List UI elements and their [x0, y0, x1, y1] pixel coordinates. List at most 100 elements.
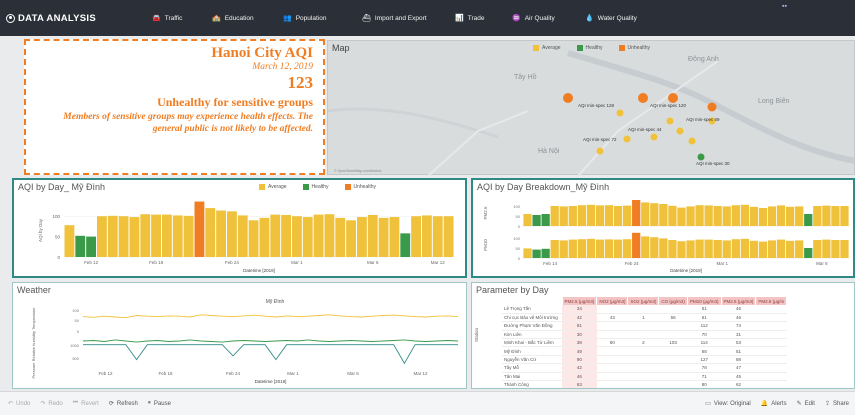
bar[interactable] — [704, 239, 713, 258]
bar[interactable] — [140, 214, 151, 257]
bar[interactable] — [64, 225, 75, 257]
series-line[interactable] — [82, 314, 459, 319]
bar[interactable] — [346, 220, 356, 257]
table-header[interactable]: NO2 (μg/m3) — [596, 297, 629, 305]
bar[interactable] — [577, 239, 586, 258]
bar[interactable] — [389, 217, 400, 257]
bar[interactable] — [313, 214, 324, 257]
bar[interactable] — [632, 200, 641, 226]
bar[interactable] — [650, 203, 659, 226]
bar[interactable] — [595, 205, 605, 226]
nav-item-trade[interactable]: 📊 Trade — [455, 14, 484, 23]
share-button[interactable]: ⇪ Share — [825, 400, 849, 408]
bar[interactable] — [586, 238, 596, 258]
map-marker[interactable] — [697, 153, 705, 161]
nav-item-population[interactable]: 👥 Population — [283, 14, 326, 23]
bar[interactable] — [302, 217, 313, 257]
bar[interactable] — [632, 232, 641, 258]
bar[interactable] — [172, 215, 183, 257]
map-marker[interactable] — [616, 109, 624, 117]
table-row[interactable]: Nguyễn Văn Cừ 90 127 88 — [502, 355, 787, 365]
map-marker[interactable] — [563, 93, 573, 103]
bar[interactable] — [259, 217, 270, 257]
bar[interactable] — [613, 206, 623, 226]
bar[interactable] — [822, 205, 831, 226]
map-marker[interactable] — [623, 135, 631, 143]
bar[interactable] — [641, 202, 650, 226]
bar[interactable] — [550, 240, 559, 258]
bar[interactable] — [595, 239, 605, 258]
bar[interactable] — [840, 240, 849, 258]
bar[interactable] — [831, 240, 840, 258]
bar[interactable] — [767, 206, 777, 226]
bar[interactable] — [237, 215, 248, 257]
map-marker[interactable] — [688, 137, 696, 145]
bar[interactable] — [677, 207, 686, 226]
bar[interactable] — [731, 205, 740, 226]
bar[interactable] — [400, 233, 411, 257]
revert-button[interactable]: ⏮ Revert — [73, 400, 99, 407]
bar[interactable] — [767, 240, 777, 258]
bar[interactable] — [532, 249, 541, 258]
bar[interactable] — [659, 238, 668, 258]
alerts-button[interactable]: 🔔 Alerts — [761, 400, 787, 408]
bar[interactable] — [795, 240, 804, 258]
table-row[interactable]: Chi cục Bảo vệ Môi trường 42 43 1 56 61 46 — [502, 313, 787, 323]
bar[interactable] — [813, 206, 822, 226]
bar[interactable] — [151, 214, 161, 257]
bar[interactable] — [568, 239, 577, 258]
table-row[interactable]: Mỹ Đình 49 68 51 — [502, 346, 787, 356]
refresh-button[interactable]: ⟳ Refresh — [109, 400, 138, 408]
map-panel[interactable]: Map Average Healthy Unhealthy Tây Hồ Lon… — [327, 40, 855, 176]
bar[interactable] — [758, 241, 768, 258]
edit-button[interactable]: ✎ Edit — [797, 400, 815, 408]
bar[interactable] — [357, 217, 367, 257]
bar[interactable] — [432, 216, 443, 257]
table-header[interactable]: PM10 (μg/m3) — [687, 297, 722, 305]
bar[interactable] — [749, 240, 759, 258]
bar[interactable] — [335, 217, 346, 257]
undo-button[interactable]: ↶ Undo — [8, 400, 30, 408]
bar[interactable] — [443, 216, 454, 257]
map-canvas[interactable]: Tây Hồ Long Biên Đông Anh Hà Nội AQI min… — [328, 41, 855, 176]
table-row[interactable]: Đường Phạm Văn Đồng 81 112 74 — [502, 321, 787, 331]
bar[interactable] — [722, 240, 731, 258]
bar[interactable] — [550, 206, 559, 226]
bar[interactable] — [559, 240, 568, 258]
bar[interactable] — [532, 215, 541, 226]
bar[interactable] — [75, 235, 86, 257]
bar[interactable] — [786, 206, 795, 226]
bar[interactable] — [623, 205, 632, 226]
map-marker[interactable] — [707, 102, 717, 112]
map-marker[interactable] — [666, 117, 674, 125]
bar[interactable] — [695, 239, 704, 258]
bar[interactable] — [713, 240, 722, 258]
bar[interactable] — [183, 215, 194, 257]
bar[interactable] — [162, 214, 172, 257]
table-header[interactable]: CO (μg/m3) — [658, 297, 688, 305]
table-header[interactable]: SO2 (μg/m3) — [627, 297, 660, 305]
table-header[interactable]: PM2.5 (μg/m3) — [562, 297, 598, 305]
bar[interactable] — [541, 214, 550, 226]
bar[interactable] — [568, 206, 577, 226]
bar[interactable] — [378, 217, 389, 257]
bar[interactable] — [686, 206, 695, 226]
nav-item-air-quality[interactable]: ♒ Air Quality — [512, 14, 555, 23]
series-line[interactable] — [82, 339, 459, 343]
menu-dots-icon[interactable]: ▪▪ — [782, 3, 787, 10]
pause-button[interactable]: ⏸ Pause — [148, 400, 171, 407]
bar[interactable] — [695, 205, 704, 226]
bar[interactable] — [270, 214, 281, 257]
map-marker[interactable] — [596, 147, 604, 155]
bar[interactable] — [668, 205, 677, 226]
bar[interactable] — [840, 206, 849, 226]
nav-item-import-and-export[interactable]: ⛴ Import and Export — [362, 14, 427, 23]
nav-item-traffic[interactable]: 🚘 Traffic — [152, 14, 182, 23]
table-row[interactable]: Kim Liên 30 70 31 — [502, 330, 787, 340]
bar[interactable] — [194, 201, 205, 257]
bar[interactable] — [804, 248, 813, 258]
bar[interactable] — [216, 210, 226, 257]
bar[interactable] — [668, 240, 677, 258]
bar[interactable] — [86, 236, 96, 257]
bar[interactable] — [324, 214, 335, 257]
